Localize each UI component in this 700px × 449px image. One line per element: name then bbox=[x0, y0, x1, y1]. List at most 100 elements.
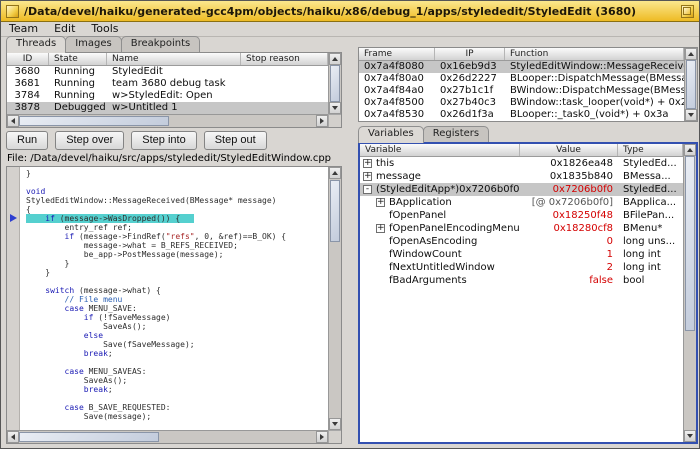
code-line: break; bbox=[26, 349, 328, 358]
column-header-value[interactable]: Value bbox=[520, 144, 618, 156]
code-line-text: case MENU_SAVE: bbox=[26, 304, 137, 313]
source-horizontal-scrollbar[interactable] bbox=[7, 430, 328, 443]
column-header-name[interactable]: Name bbox=[107, 53, 241, 65]
expand-icon[interactable]: + bbox=[363, 172, 372, 181]
scroll-up-icon[interactable] bbox=[685, 48, 697, 60]
variable-row[interactable]: +fOpenPanelEncodingMenu0x18280cf8BMenu* bbox=[360, 222, 683, 235]
scrollbar-thumb[interactable] bbox=[685, 156, 695, 331]
code-token bbox=[26, 304, 65, 313]
variables-vertical-scrollbar[interactable] bbox=[683, 144, 696, 442]
code-line-text: } bbox=[26, 259, 69, 268]
tab-breakpoints[interactable]: Breakpoints bbox=[121, 36, 201, 52]
scroll-down-icon[interactable] bbox=[685, 109, 697, 121]
zoom-icon[interactable] bbox=[681, 5, 694, 18]
column-header-type[interactable]: Type bbox=[618, 144, 683, 156]
variable-row[interactable]: +this0x1826ea48StyledEd... bbox=[360, 157, 683, 170]
stack-vertical-scrollbar[interactable] bbox=[684, 48, 697, 121]
expand-icon[interactable]: + bbox=[376, 224, 385, 233]
code-token: SaveAs(); bbox=[26, 376, 127, 385]
variable-type: StyledEd... bbox=[618, 183, 683, 196]
tab-images[interactable]: Images bbox=[65, 36, 122, 52]
code-token: } bbox=[26, 259, 69, 268]
code-line-text: case MENU_SAVEAS: bbox=[26, 367, 146, 376]
column-header-id[interactable]: ID bbox=[7, 53, 49, 65]
tab-variables[interactable]: Variables bbox=[358, 126, 424, 143]
close-icon[interactable] bbox=[6, 5, 19, 18]
code-token: switch bbox=[45, 286, 74, 295]
variable-name-text: fWindowCount bbox=[389, 249, 462, 260]
scroll-up-icon[interactable] bbox=[684, 144, 696, 156]
variable-row[interactable]: fBadArgumentsfalsebool bbox=[360, 274, 683, 287]
scrollbar-thumb[interactable] bbox=[19, 116, 169, 126]
expand-icon[interactable]: + bbox=[363, 159, 372, 168]
scrollbar-thumb[interactable] bbox=[330, 180, 340, 242]
run-button[interactable]: Run bbox=[6, 131, 48, 150]
column-header-function[interactable]: Function bbox=[505, 48, 684, 60]
code-line: case B_SAVE_REQUESTED: bbox=[26, 403, 328, 412]
scrollbar-thumb[interactable] bbox=[19, 432, 159, 442]
debugger-window: /Data/devel/haiku/generated-gcc4pm/objec… bbox=[0, 0, 700, 449]
expand-icon[interactable]: + bbox=[376, 198, 385, 207]
scrollbar-thumb[interactable] bbox=[330, 65, 340, 102]
variable-row[interactable]: fOpenAsEncoding0long uns... bbox=[360, 235, 683, 248]
variable-row[interactable]: +message0x1835b840BMessa... bbox=[360, 170, 683, 183]
current-line-highlight: if (message->WasDropped()) { bbox=[26, 214, 194, 223]
step-into-button[interactable]: Step into bbox=[131, 131, 196, 150]
variable-row[interactable]: -(StyledEditApp*)0x7206b0f00x7206b0f0Sty… bbox=[360, 183, 683, 196]
variable-row[interactable]: +BApplication[@ 0x7206b0f0]BApplica... bbox=[360, 196, 683, 209]
thread-row[interactable]: 3680RunningStyledEdit bbox=[7, 66, 328, 78]
scroll-down-icon[interactable] bbox=[329, 418, 341, 430]
code-token: if bbox=[65, 232, 75, 241]
thread-row-state: Running bbox=[49, 78, 107, 90]
scroll-right-icon[interactable] bbox=[316, 115, 328, 127]
menu-item-tools[interactable]: Tools bbox=[83, 22, 126, 36]
column-header-stop-reason[interactable]: Stop reason bbox=[241, 53, 328, 65]
scroll-up-icon[interactable] bbox=[329, 167, 341, 179]
step-out-button[interactable]: Step out bbox=[204, 131, 267, 150]
step-over-button[interactable]: Step over bbox=[55, 131, 124, 150]
scroll-left-icon[interactable] bbox=[7, 115, 19, 127]
column-header-state[interactable]: State bbox=[49, 53, 107, 65]
variable-row[interactable]: fNextUntitledWindow2long int bbox=[360, 261, 683, 274]
stack-frame-row[interactable]: 0x7a4f80a00x26d2227BLooper::DispatchMess… bbox=[359, 73, 684, 85]
column-header-variable[interactable]: Variable bbox=[360, 144, 520, 156]
code-line: } bbox=[26, 169, 328, 178]
menu-item-edit[interactable]: Edit bbox=[46, 22, 83, 36]
source-vertical-scrollbar[interactable] bbox=[328, 167, 341, 430]
stack-frame-row[interactable]: 0x7a4f85000x27b40c3BWindow::task_looper(… bbox=[359, 97, 684, 109]
column-header-ip[interactable]: IP bbox=[435, 48, 505, 60]
menu-item-team[interactable]: Team bbox=[1, 22, 46, 36]
stack-frame-row-fn: BLooper::DispatchMessage(BMessage*, BH..… bbox=[505, 73, 684, 85]
code-token bbox=[26, 286, 45, 295]
variable-row[interactable]: fOpenPanel0x18250f48BFilePan... bbox=[360, 209, 683, 222]
thread-row[interactable]: 3878Debuggedw>Untitled 1 bbox=[7, 102, 328, 114]
scroll-down-icon[interactable] bbox=[329, 102, 341, 114]
scroll-down-icon[interactable] bbox=[684, 430, 696, 442]
scroll-right-icon[interactable] bbox=[316, 431, 328, 443]
code-line-text: // File menu bbox=[26, 295, 122, 304]
variable-row[interactable]: fWindowCount1long int bbox=[360, 248, 683, 261]
breakpoint-gutter[interactable] bbox=[7, 167, 20, 430]
threads-horizontal-scrollbar[interactable] bbox=[7, 114, 328, 127]
code-line-text: void bbox=[26, 187, 45, 196]
scroll-left-icon[interactable] bbox=[7, 431, 19, 443]
tab-registers[interactable]: Registers bbox=[423, 126, 489, 142]
stack-trace-table: FrameIPFunction 0x7a4f80800x16eb9d3Style… bbox=[358, 47, 698, 122]
source-code[interactable]: } voidStyledEditWindow::MessageReceived(… bbox=[21, 167, 328, 430]
stack-frame-row[interactable]: 0x7a4f80800x16eb9d3StyledEditWindow::Mes… bbox=[359, 61, 684, 73]
thread-row[interactable]: 3681Runningteam 3680 debug task bbox=[7, 78, 328, 90]
thread-row[interactable]: 3784Runningw>StyledEdit: Open bbox=[7, 90, 328, 102]
splitter-vertical[interactable] bbox=[343, 37, 358, 444]
threads-vertical-scrollbar[interactable] bbox=[328, 53, 341, 114]
stack-frame-row[interactable]: 0x7a4f85300x26d1f3aBLooper::_task0_(void… bbox=[359, 109, 684, 121]
tab-threads[interactable]: Threads bbox=[6, 36, 66, 53]
code-line-text: be_app->PostMessage(message); bbox=[26, 250, 223, 259]
scrollbar-thumb[interactable] bbox=[686, 60, 696, 109]
title-bar[interactable]: /Data/devel/haiku/generated-gcc4pm/objec… bbox=[1, 1, 699, 22]
scroll-up-icon[interactable] bbox=[329, 53, 341, 65]
collapse-icon[interactable]: - bbox=[363, 185, 372, 194]
variable-name: fNextUntitledWindow bbox=[360, 261, 520, 274]
stack-frame-row[interactable]: 0x7a4f84a00x27b1c1fBWindow::DispatchMess… bbox=[359, 85, 684, 97]
thread-row-state: Running bbox=[49, 66, 107, 78]
column-header-frame[interactable]: Frame bbox=[359, 48, 435, 60]
